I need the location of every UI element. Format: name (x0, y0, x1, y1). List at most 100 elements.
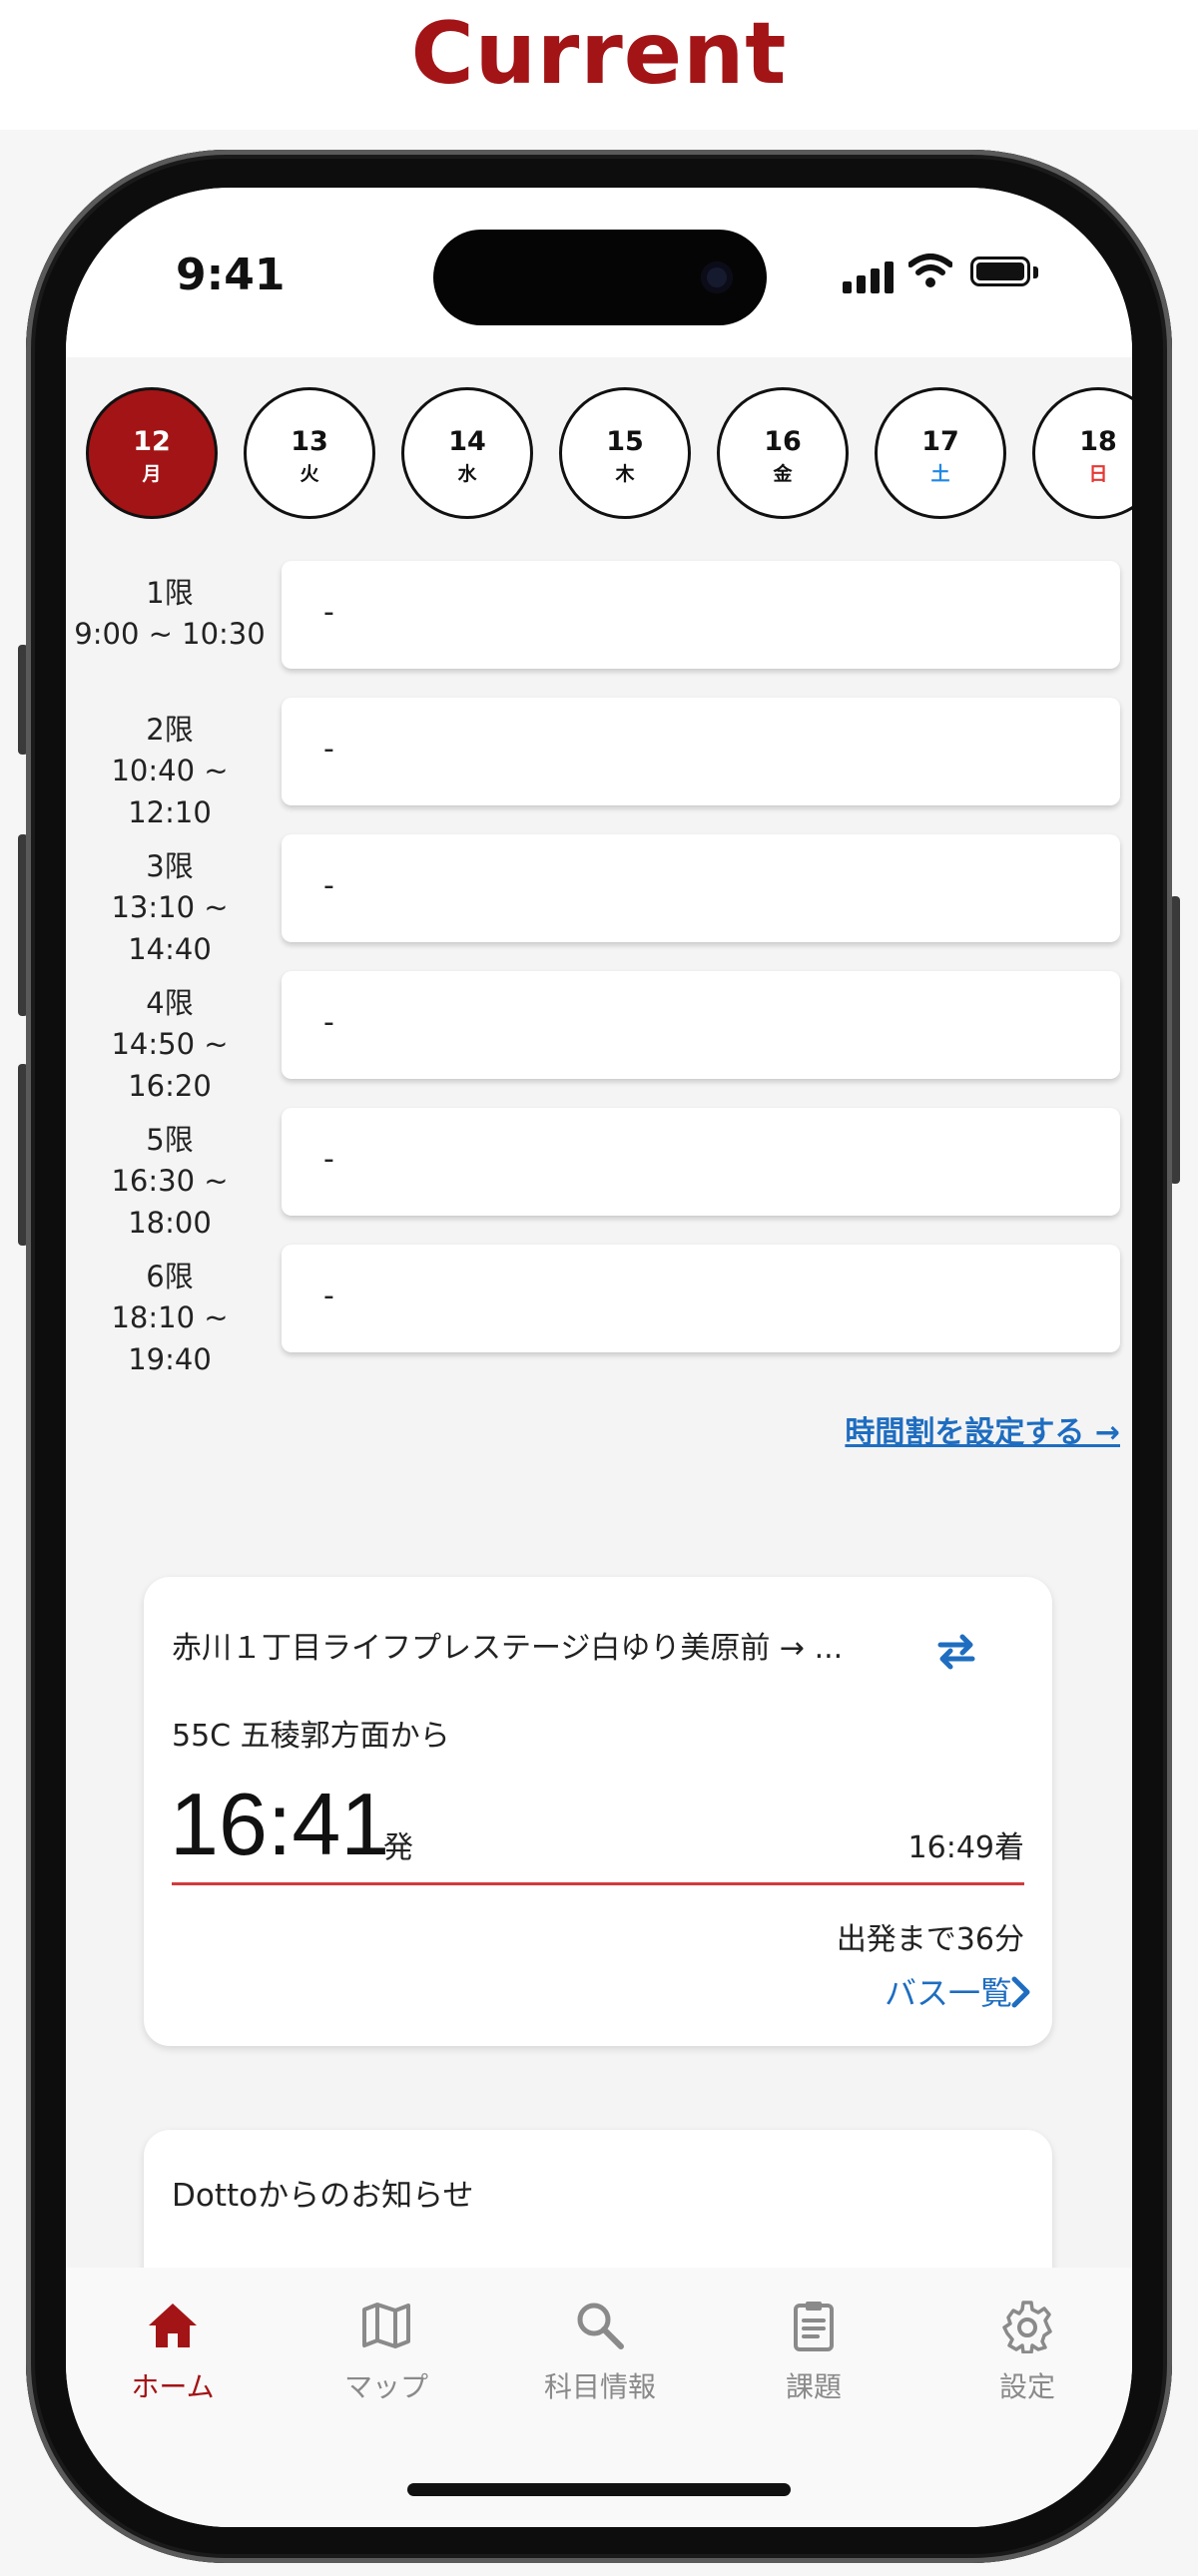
period-row-6: 6限 18:10 ~ 19:40 - (66, 1245, 1132, 1376)
period-subject: - (323, 868, 334, 903)
signal-icon (843, 281, 852, 293)
period-name: 2限 (146, 713, 194, 747)
period-subject: - (323, 595, 334, 630)
chevron-right-icon[interactable] (1010, 1976, 1032, 2008)
wifi-icon (908, 254, 952, 287)
period-card[interactable]: - (282, 561, 1120, 669)
day-number: 18 (1079, 426, 1117, 457)
period-time: 18:10 ~ 19:40 (111, 1300, 229, 1376)
bus-list-link[interactable]: バス一覧 (885, 1968, 1012, 2014)
period-label: 2限 10:40 ~ 12:10 (72, 710, 268, 833)
period-name: 5限 (146, 1123, 194, 1157)
day-chip-16[interactable]: 16 金 (717, 387, 849, 519)
battery-icon (970, 257, 1030, 286)
home-indicator[interactable] (407, 2483, 791, 2496)
period-label: 4限 14:50 ~ 16:20 (72, 983, 268, 1107)
period-label: 6限 18:10 ~ 19:40 (72, 1257, 268, 1380)
period-subject: - (323, 1005, 334, 1040)
day-selector: 12 月 13 火 14 水 15 木 16 金 17 土 18 日 (66, 387, 1132, 527)
period-row-5: 5限 16:30 ~ 18:00 - (66, 1108, 1132, 1240)
day-chip-14[interactable]: 14 水 (401, 387, 533, 519)
day-weekday: 日 (1088, 463, 1108, 485)
camera-lens (701, 261, 733, 293)
day-chip-12[interactable]: 12 月 (86, 387, 218, 519)
period-name: 6限 (146, 1260, 194, 1293)
signal-icon (871, 268, 880, 293)
period-row-1: 1限 9:00 ~ 10:30 - (66, 561, 1132, 673)
period-card[interactable]: - (282, 1108, 1120, 1216)
tab-assignments[interactable]: 課題 (707, 2268, 920, 2427)
signal-icon (857, 275, 866, 293)
tab-settings[interactable]: 設定 (920, 2268, 1132, 2427)
day-number: 16 (764, 426, 802, 457)
map-icon (362, 2303, 410, 2348)
period-card[interactable]: - (282, 834, 1120, 942)
tab-label: マップ (343, 2370, 428, 2403)
departure-time: 16:41 (170, 1775, 390, 1873)
period-row-4: 4限 14:50 ~ 16:20 - (66, 971, 1132, 1103)
day-chip-13[interactable]: 13 火 (244, 387, 375, 519)
period-card[interactable]: - (282, 971, 1120, 1079)
bus-line: 55C 五稜郭方面から (172, 1719, 450, 1754)
day-number: 15 (606, 426, 644, 457)
status-time: 9:41 (176, 250, 286, 300)
notice-title: Dottoからのお知らせ (172, 2178, 474, 2214)
tab-home[interactable]: ホーム (66, 2268, 280, 2427)
signal-icon (885, 261, 894, 293)
period-time: 10:40 ~ 12:10 (111, 754, 229, 829)
swap-direction-icon[interactable] (934, 1631, 978, 1671)
period-time: 14:50 ~ 16:20 (111, 1027, 229, 1103)
period-time: 9:00 ~ 10:30 (74, 617, 266, 651)
day-number: 12 (133, 426, 171, 457)
phone-screen: 9:41 12 月 13 火 14 水 15 木 16 金 17 土 18 日 … (66, 188, 1132, 2527)
battery-tip (1033, 266, 1038, 278)
status-icons (843, 254, 1052, 293)
period-label: 1限 9:00 ~ 10:30 (72, 573, 268, 655)
day-weekday: 木 (615, 463, 635, 485)
period-time: 13:10 ~ 14:40 (111, 890, 229, 966)
period-row-2: 2限 10:40 ~ 12:10 - (66, 698, 1132, 829)
gear-icon (1002, 2301, 1052, 2353)
tab-map[interactable]: マップ (280, 2268, 493, 2427)
period-label: 3限 13:10 ~ 14:40 (72, 846, 268, 970)
bus-divider-line (172, 1882, 1024, 1885)
day-chip-17[interactable]: 17 土 (875, 387, 1006, 519)
tab-label: 課題 (785, 2370, 842, 2403)
bus-route: 赤川１丁目ライフプレステージ白ゆり美原前 → ... (172, 1631, 844, 1666)
period-subject: - (323, 1142, 334, 1177)
period-name: 1限 (146, 576, 194, 610)
clipboard-icon (794, 2302, 834, 2351)
period-name: 3限 (146, 849, 194, 883)
set-timetable-link[interactable]: 時間割を設定する → (845, 1407, 1120, 1451)
period-time: 16:30 ~ 18:00 (111, 1164, 229, 1240)
battery-level (976, 262, 1024, 280)
day-chip-15[interactable]: 15 木 (559, 387, 691, 519)
period-name: 4限 (146, 986, 194, 1020)
period-subject: - (323, 1279, 334, 1313)
page-heading: Current (410, 4, 788, 104)
tab-label: 科目情報 (543, 2370, 656, 2403)
day-weekday: 火 (300, 463, 319, 485)
departure-countdown: 出発まで36分 (836, 1922, 1024, 1957)
arrival-time: 16:49着 (907, 1830, 1024, 1865)
status-bar: 9:41 (66, 188, 1132, 357)
day-weekday: 水 (457, 463, 477, 485)
day-number: 14 (448, 426, 486, 457)
day-chip-18[interactable]: 18 日 (1032, 387, 1132, 519)
home-icon (149, 2304, 197, 2347)
day-weekday: 土 (930, 463, 950, 485)
bus-card: 赤川１丁目ライフプレステージ白ゆり美原前 → ... 55C 五稜郭方面から 1… (144, 1577, 1052, 2046)
tab-label: ホーム (131, 2370, 215, 2403)
day-weekday: 金 (773, 463, 793, 485)
period-subject: - (323, 732, 334, 767)
period-card[interactable]: - (282, 698, 1120, 805)
heading-band: Current (0, 0, 1198, 130)
period-card[interactable]: - (282, 1245, 1120, 1352)
period-row-3: 3限 13:10 ~ 14:40 - (66, 834, 1132, 966)
search-icon (577, 2303, 624, 2349)
dynamic-island (433, 230, 767, 325)
day-number: 17 (921, 426, 959, 457)
tab-course-info[interactable]: 科目情報 (493, 2268, 707, 2427)
period-label: 5限 16:30 ~ 18:00 (72, 1120, 268, 1244)
day-weekday: 月 (142, 463, 162, 485)
